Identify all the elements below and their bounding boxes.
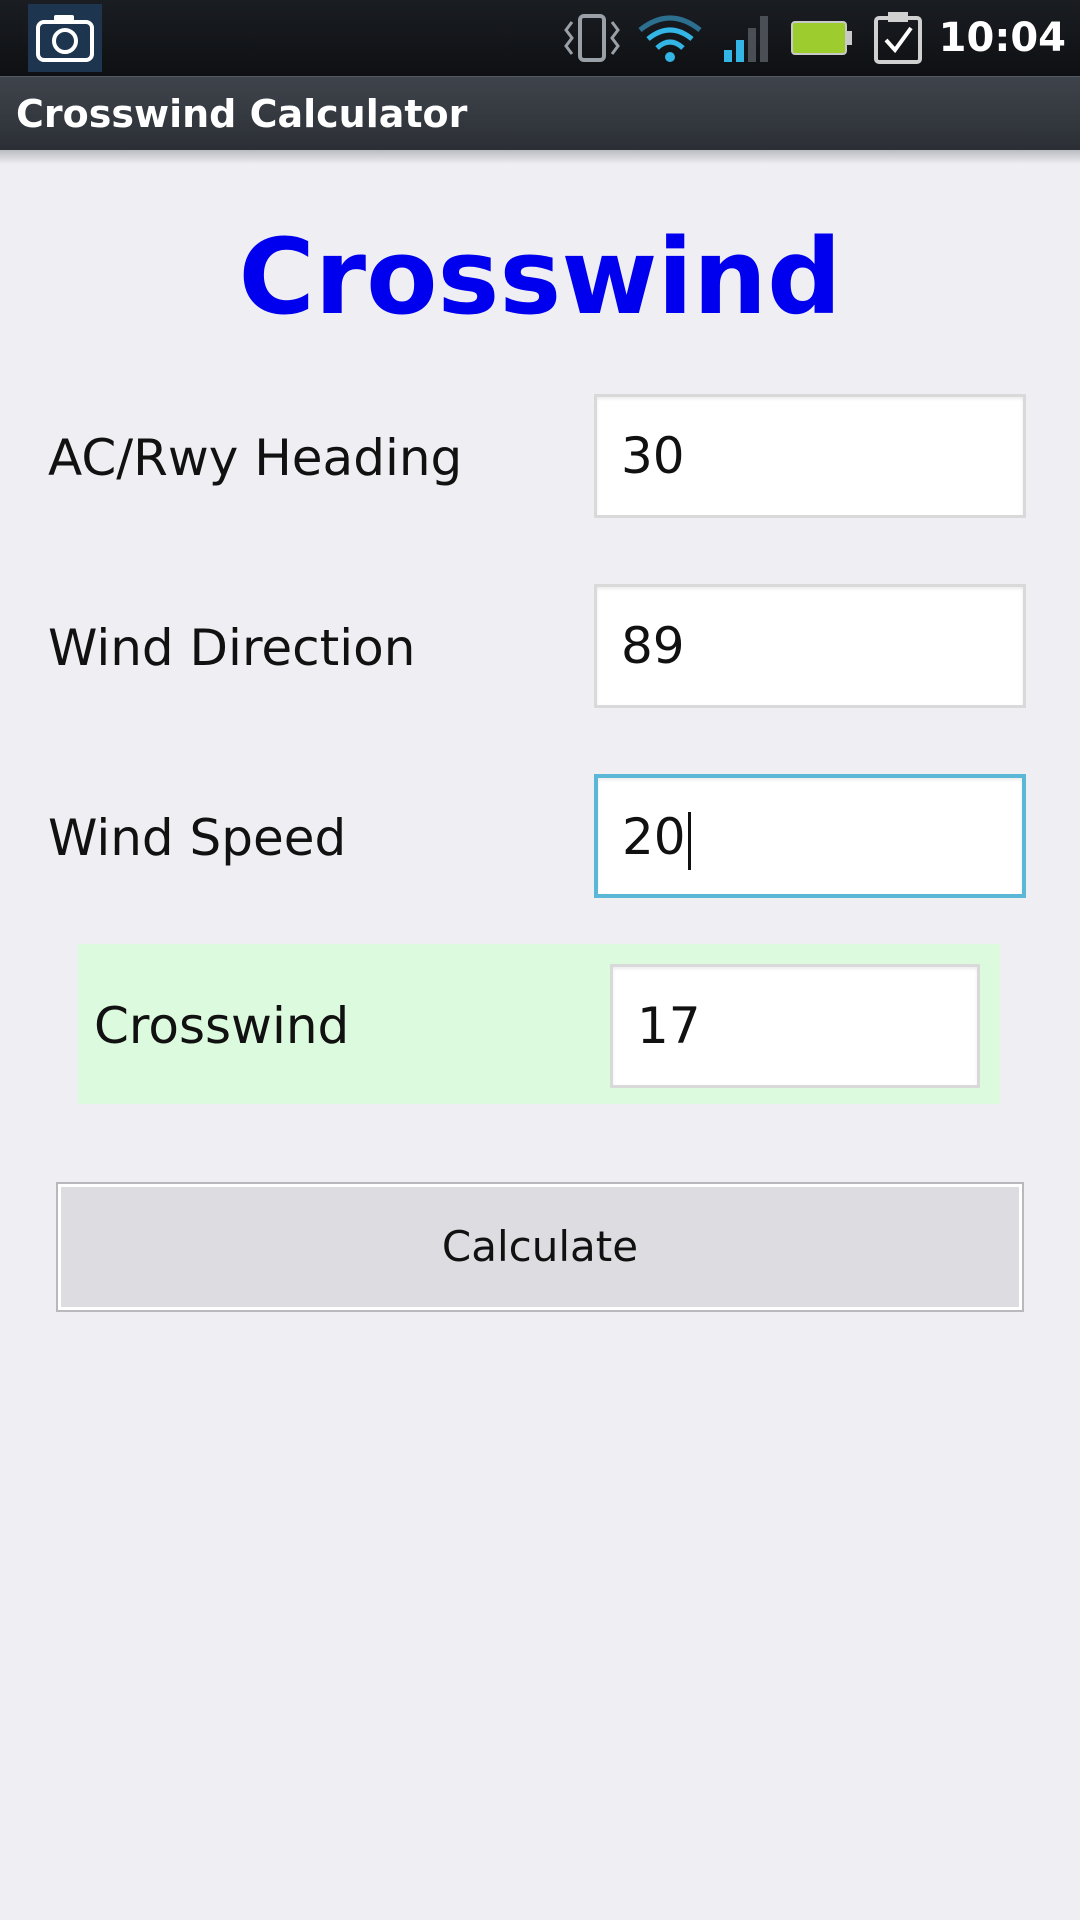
app-bar: Crosswind Calculator — [0, 76, 1080, 151]
app-bar-shadow — [0, 150, 1080, 164]
battery-icon — [791, 21, 852, 55]
vibrate-icon — [564, 14, 620, 62]
status-bar: 10:04 — [0, 0, 1080, 76]
calculate-button[interactable]: Calculate — [56, 1182, 1024, 1312]
wind-direction-value: 89 — [621, 617, 685, 675]
app-title: Crosswind Calculator — [16, 92, 468, 136]
status-clock: 10:04 — [938, 15, 1066, 61]
heading-label: AC/Rwy Heading — [48, 429, 463, 487]
heading-value: 30 — [621, 427, 685, 485]
page-heading: Crosswind — [238, 216, 842, 338]
wifi-icon — [638, 15, 702, 62]
crosswind-result-field[interactable]: 17 — [610, 964, 980, 1088]
crosswind-label: Crosswind — [94, 997, 350, 1055]
wind-direction-label: Wind Direction — [48, 619, 416, 677]
heading-input[interactable]: 30 — [594, 394, 1026, 518]
task-icon — [874, 12, 922, 64]
wind-speed-label: Wind Speed — [48, 809, 347, 867]
text-cursor — [687, 811, 691, 870]
wind-direction-input[interactable]: 89 — [594, 584, 1026, 708]
camera-icon — [28, 4, 102, 72]
wind-speed-input[interactable]: 20 — [594, 774, 1026, 898]
wind-speed-value: 20 — [622, 808, 686, 866]
crosswind-value: 17 — [637, 997, 701, 1055]
signal-icon — [724, 16, 768, 62]
